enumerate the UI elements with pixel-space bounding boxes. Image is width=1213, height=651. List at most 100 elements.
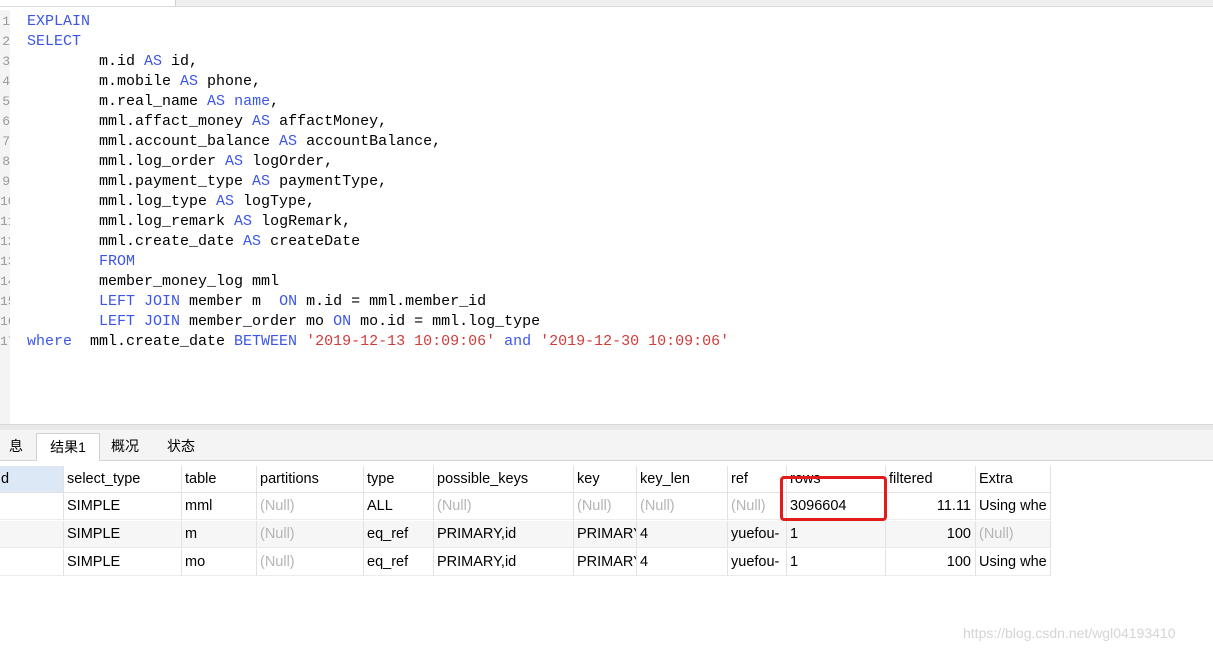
- cell-key[interactable]: PRIMARY: [574, 549, 637, 576]
- cell-filtered[interactable]: 100: [886, 521, 976, 548]
- cell-key[interactable]: PRIMARY: [574, 521, 637, 548]
- sql-string: '2019-12-30 10:09:06': [540, 333, 730, 350]
- cell-partitions[interactable]: (Null): [257, 493, 364, 520]
- cell-id[interactable]: [0, 521, 64, 548]
- column-header-filtered[interactable]: filtered: [886, 466, 976, 493]
- line-number: 13: [0, 254, 10, 269]
- sql-token: logRemark,: [252, 213, 352, 230]
- cell-extra[interactable]: Using whe: [976, 493, 1051, 520]
- cell-rows[interactable]: 1: [787, 521, 886, 548]
- code-text: mml.log_type AS logType,: [27, 192, 315, 212]
- column-header-id[interactable]: d: [0, 466, 64, 493]
- cell-partitions[interactable]: (Null): [257, 521, 364, 548]
- code-text: SELECT: [27, 32, 81, 52]
- column-header-table[interactable]: table: [182, 466, 257, 493]
- cell-filtered[interactable]: 100: [886, 549, 976, 576]
- code-text: FROM: [27, 252, 135, 272]
- cell-key-len[interactable]: 4: [637, 521, 728, 548]
- cell-ref[interactable]: yuefou-: [728, 521, 787, 548]
- sql-keyword: and: [504, 333, 532, 350]
- sql-keyword: ON: [333, 313, 352, 330]
- sql-keyword: ON: [279, 293, 298, 310]
- column-header-type[interactable]: type: [364, 466, 434, 493]
- sql-token: mml.payment_type: [27, 173, 253, 190]
- cell-extra[interactable]: (Null): [976, 521, 1051, 548]
- tab-info[interactable]: 息: [0, 433, 34, 460]
- sql-editor[interactable]: 1 EXPLAIN 2 SELECT 3 m.id AS id, 4 m.mobile A…: [0, 10, 1213, 424]
- cell-ref[interactable]: yuefou-: [728, 549, 787, 576]
- sql-token: mml.create_date: [72, 333, 235, 350]
- line-number: 3: [2, 54, 10, 69]
- cell-possible-keys[interactable]: PRIMARY,id: [434, 549, 574, 576]
- sql-token: mml.create_date: [27, 233, 244, 250]
- sql-keyword: AS: [144, 53, 163, 70]
- tab-profile[interactable]: 概况: [100, 433, 150, 460]
- code-text: m.real_name AS name,: [27, 92, 279, 112]
- cell-possible-keys[interactable]: (Null): [434, 493, 574, 520]
- cell-key[interactable]: (Null): [574, 493, 637, 520]
- cell-partitions[interactable]: (Null): [257, 549, 364, 576]
- tab-result-1[interactable]: 结果1: [36, 433, 100, 461]
- cell-possible-keys[interactable]: PRIMARY,id: [434, 521, 574, 548]
- column-header-key-len[interactable]: key_len: [637, 466, 728, 493]
- cell-ref[interactable]: (Null): [728, 493, 787, 520]
- code-text: LEFT JOIN member_order mo ON mo.id = mml…: [27, 312, 540, 332]
- cell-type[interactable]: ALL: [364, 493, 434, 520]
- cell-type[interactable]: eq_ref: [364, 549, 434, 576]
- sql-keyword: AS: [216, 193, 235, 210]
- cell-table[interactable]: mml: [182, 493, 257, 520]
- sql-keyword: EXPLAIN: [27, 13, 91, 30]
- column-header-select-type[interactable]: select_type: [64, 466, 182, 493]
- code-text: mml.log_order AS logOrder,: [27, 152, 333, 172]
- cell-filtered[interactable]: 11.11: [886, 493, 976, 520]
- cell-extra[interactable]: Using whe: [976, 549, 1051, 576]
- code-text: mml.payment_type AS paymentType,: [27, 172, 387, 192]
- code-text: mml.affact_money AS affactMoney,: [27, 112, 387, 132]
- sql-keyword: name: [234, 93, 271, 110]
- cell-id[interactable]: [0, 549, 64, 576]
- sql-token: mml.log_order: [27, 153, 226, 170]
- cell-table[interactable]: mo: [182, 549, 257, 576]
- sql-token: member_money_log mml: [27, 273, 280, 290]
- cell-select-type[interactable]: SIMPLE: [64, 521, 182, 548]
- column-header-possible-keys[interactable]: possible_keys: [434, 466, 574, 493]
- cell-rows[interactable]: 1: [787, 549, 886, 576]
- line-number: 4: [2, 74, 10, 89]
- code-text: member_money_log mml: [27, 272, 279, 292]
- sql-token: logType,: [234, 193, 316, 210]
- cell-id[interactable]: [0, 493, 64, 520]
- cell-key-len[interactable]: (Null): [637, 493, 728, 520]
- line-number: 16: [0, 314, 10, 329]
- line-number: 8: [2, 154, 10, 169]
- cell-key-len[interactable]: 4: [637, 549, 728, 576]
- result-tabs: 息 结果1 概况 状态: [0, 430, 1213, 461]
- editor-tab[interactable]: [0, 0, 176, 6]
- sql-token: mml.account_balance: [27, 133, 280, 150]
- sql-token: m.id = mml.member_id: [297, 293, 487, 310]
- sql-keyword: BETWEEN: [234, 333, 298, 350]
- cell-type[interactable]: eq_ref: [364, 521, 434, 548]
- line-number: 14: [0, 274, 10, 289]
- cell-table[interactable]: m: [182, 521, 257, 548]
- column-header-partitions[interactable]: partitions: [257, 466, 364, 493]
- column-header-extra[interactable]: Extra: [976, 466, 1051, 493]
- line-number: 7: [2, 134, 10, 149]
- sql-token: logOrder,: [243, 153, 334, 170]
- editor-tab-bar: [0, 0, 1213, 7]
- sql-token: m.real_name: [27, 93, 208, 110]
- cell-select-type[interactable]: SIMPLE: [64, 493, 182, 520]
- column-header-key[interactable]: key: [574, 466, 637, 493]
- cell-select-type[interactable]: SIMPLE: [64, 549, 182, 576]
- sql-keyword: AS: [243, 233, 262, 250]
- sql-keyword: AS: [207, 93, 226, 110]
- tab-status[interactable]: 状态: [156, 433, 206, 460]
- sql-token: m.mobile: [27, 73, 181, 90]
- line-number: 11: [0, 214, 10, 229]
- column-header-ref[interactable]: ref: [728, 466, 787, 493]
- sql-token: mml.log_type: [27, 193, 217, 210]
